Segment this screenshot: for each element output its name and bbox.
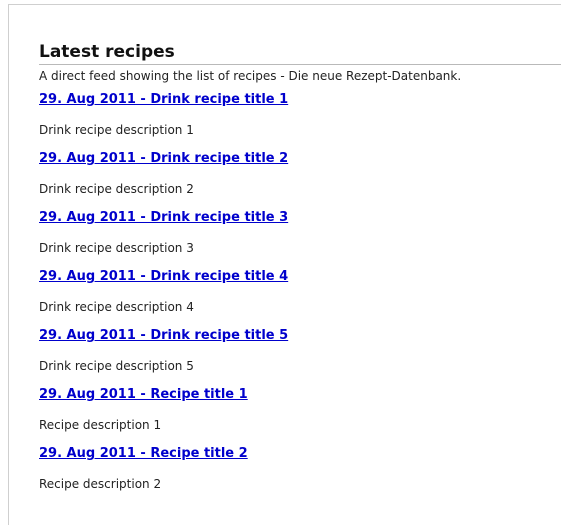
recipe-title-link[interactable]: 29. Aug 2011 - Drink recipe title 2 xyxy=(39,151,561,167)
recipe-description: Drink recipe description 5 xyxy=(39,359,194,373)
feed-subtitle: A direct feed showing the list of recipe… xyxy=(39,69,462,83)
list-item: 29. Aug 2011 - Recipe title 1 Recipe des… xyxy=(39,387,561,433)
recipe-title-link[interactable]: 29. Aug 2011 - Drink recipe title 4 xyxy=(39,269,561,285)
recipe-description: Drink recipe description 4 xyxy=(39,300,194,314)
list-item: 29. Aug 2011 - Drink recipe title 2 Drin… xyxy=(39,151,561,197)
list-item: 29. Aug 2011 - Drink recipe title 5 Drin… xyxy=(39,328,561,374)
list-item: 29. Aug 2011 - Drink recipe title 4 Drin… xyxy=(39,269,561,315)
recipe-description: Drink recipe description 3 xyxy=(39,241,194,255)
recipe-title-link[interactable]: 29. Aug 2011 - Recipe title 2 xyxy=(39,446,561,462)
recipe-list: 29. Aug 2011 - Drink recipe title 1 Drin… xyxy=(39,92,561,492)
recipe-description: Drink recipe description 2 xyxy=(39,182,194,196)
recipe-title-link[interactable]: 29. Aug 2011 - Drink recipe title 3 xyxy=(39,210,561,226)
recipe-title-link[interactable]: 29. Aug 2011 - Drink recipe title 5 xyxy=(39,328,561,344)
list-item: 29. Aug 2011 - Drink recipe title 3 Drin… xyxy=(39,210,561,256)
recipe-description: Drink recipe description 1 xyxy=(39,123,194,137)
recipe-description: Recipe description 2 xyxy=(39,477,162,491)
list-item: 29. Aug 2011 - Drink recipe title 1 Drin… xyxy=(39,92,561,138)
feed-content: Latest recipes A direct feed showing the… xyxy=(39,42,561,505)
list-item: 29. Aug 2011 - Recipe title 2 Recipe des… xyxy=(39,446,561,492)
recipe-title-link[interactable]: 29. Aug 2011 - Recipe title 1 xyxy=(39,387,561,403)
feed-page: Latest recipes A direct feed showing the… xyxy=(0,0,561,525)
recipe-description: Recipe description 1 xyxy=(39,418,162,432)
recipe-title-link[interactable]: 29. Aug 2011 - Drink recipe title 1 xyxy=(39,92,561,108)
feed-title: Latest recipes xyxy=(39,42,561,65)
